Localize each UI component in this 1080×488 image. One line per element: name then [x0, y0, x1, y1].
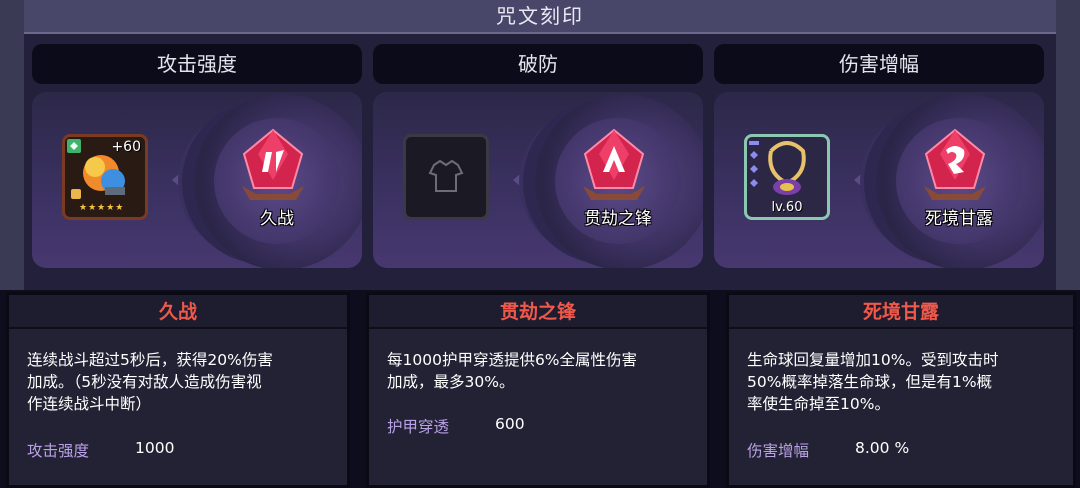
stat-value: 1000 — [135, 439, 175, 457]
desc-line: 生命球回复量增加10%。受到攻击时 — [747, 351, 999, 369]
rune-name: 久战 — [260, 209, 294, 229]
rune-slot-break-defense[interactable]: 破防 贯劫之锋 — [373, 44, 703, 268]
equipped-item[interactable]: lv.60 — [744, 134, 830, 220]
slot-body[interactable]: +60 ★★★★★ 久战 — [32, 92, 362, 268]
desc-line: 连续战斗超过5秒后，获得20%伤害 — [27, 351, 273, 369]
rune-crystal-icon[interactable] — [577, 128, 651, 202]
desc-line: 加成，最多30%。 — [387, 373, 515, 391]
rune-slot-attack[interactable]: 攻击强度 +60 ★★★★★ 久战 — [32, 44, 362, 268]
stat-label: 护甲穿透 — [387, 418, 450, 436]
panel-description: 连续战斗超过5秒后，获得20%伤害 加成。（5秒没有对敌人造成伤害视 作连续战斗… — [27, 349, 337, 415]
stat-value: 600 — [495, 415, 525, 433]
panel-title: 死境甘露 — [729, 295, 1073, 329]
panel-title: 贯劫之锋 — [369, 295, 707, 329]
desc-line: 每1000护甲穿透提供6%全属性伤害 — [387, 351, 638, 369]
arrow-left-icon — [513, 168, 527, 192]
item-stars: ★★★★★ — [79, 203, 125, 213]
rune-slot-damage-amp[interactable]: 伤害增幅 lv.60 死境甘露 — [714, 44, 1044, 268]
slot-body[interactable]: 贯劫之锋 — [373, 92, 703, 268]
panel-description: 每1000护甲穿透提供6%全属性伤害 加成，最多30%。 — [387, 349, 697, 393]
desc-line: 作连续战斗中断） — [27, 395, 152, 413]
shirt-icon — [428, 159, 464, 192]
rune-detail-panel: 死境甘露 生命球回复量增加10%。受到攻击时 50%概率掉落生命球，但是有1%概… — [726, 292, 1076, 488]
desc-line: 加成。（5秒没有对敌人造成伤害视 — [27, 373, 262, 391]
desc-line: 50%概率掉落生命球，但是有1%概 — [747, 373, 993, 391]
rune-crystal-icon[interactable] — [918, 128, 992, 202]
arrow-left-icon — [854, 168, 868, 192]
slot-header: 攻击强度 — [32, 44, 362, 84]
slot-header: 破防 — [373, 44, 703, 84]
stat-label: 伤害增幅 — [747, 442, 810, 460]
equipped-item[interactable]: +60 ★★★★★ — [62, 134, 148, 220]
rune-slots-area: 攻击强度 +60 ★★★★★ 久战 破防 贯劫之锋 伤害增幅 lv.60 死境甘… — [24, 34, 1056, 290]
rune-name: 死境甘露 — [925, 209, 993, 229]
stat-value: 8.00 % — [855, 439, 910, 457]
item-level: lv.60 — [771, 200, 803, 215]
rune-detail-panel: 贯劫之锋 每1000护甲穿透提供6%全属性伤害 加成，最多30%。 护甲穿透 6… — [366, 292, 710, 488]
window-title: 咒文刻印 — [24, 0, 1056, 34]
stat-label: 攻击强度 — [27, 442, 90, 460]
arrow-left-icon — [172, 168, 186, 192]
slot-body[interactable]: lv.60 死境甘露 — [714, 92, 1044, 268]
rune-name: 贯劫之锋 — [584, 209, 652, 229]
rune-detail-panel: 久战 连续战斗超过5秒后，获得20%伤害 加成。（5秒没有对敌人造成伤害视 作连… — [6, 292, 350, 488]
panel-description: 生命球回复量增加10%。受到攻击时 50%概率掉落生命球，但是有1%概 率使生命… — [747, 349, 1057, 415]
panel-title: 久战 — [9, 295, 347, 329]
slot-header: 伤害增幅 — [714, 44, 1044, 84]
rune-engraving-window: 咒文刻印 攻击强度 +60 ★★★★★ 久战 破防 贯劫之锋 伤害增幅 lv.6… — [0, 0, 1080, 290]
empty-item-slot[interactable] — [403, 134, 489, 220]
item-level-badge: +60 — [111, 139, 141, 155]
rune-crystal-icon[interactable] — [236, 128, 310, 202]
desc-line: 率使生命掉至10%。 — [747, 395, 890, 413]
